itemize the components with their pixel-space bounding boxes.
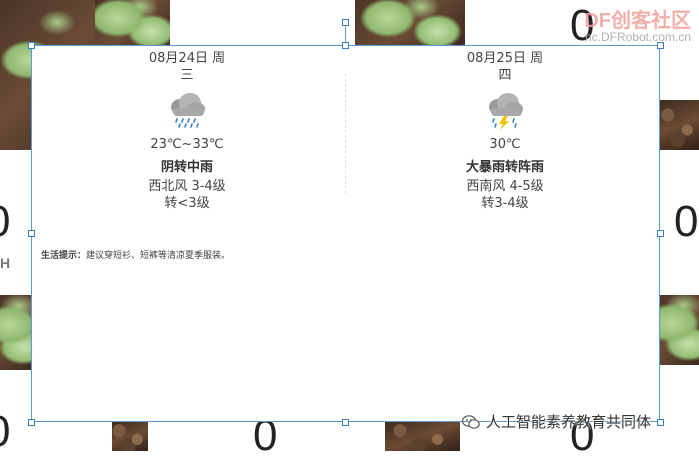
background-plant-photo-top-center bbox=[355, 0, 465, 45]
background-soil-photo-right-top bbox=[660, 100, 699, 150]
dfrobot-watermark-logo: DF创客社区 bbox=[584, 10, 691, 32]
background-digit: 0 bbox=[674, 197, 699, 246]
forecast-wind: 西北风 3-4级 bbox=[148, 179, 226, 194]
background-digit: 0 bbox=[0, 410, 10, 454]
background-soil-photo-bottom-center bbox=[385, 422, 460, 451]
weather-widget-selection[interactable]: 08月24日 周 三 23℃~33℃ 阴转中雨 西北风 3-4级 转<3级 08… bbox=[31, 45, 660, 422]
wechat-account-name: 人工智能素养教育共同体 bbox=[486, 414, 652, 431]
forecast-condition: 大暴雨转阵雨 bbox=[465, 160, 544, 175]
forecast-date: 08月25日 周 bbox=[466, 51, 544, 66]
resize-handle-bottom-right[interactable] bbox=[657, 419, 664, 426]
forecast-wind-change: 转<3级 bbox=[164, 196, 210, 211]
background-plant-photo-top bbox=[95, 0, 170, 45]
resize-handle-bottom-left[interactable] bbox=[28, 419, 35, 426]
forecast-condition: 阴转中雨 bbox=[160, 160, 213, 175]
forecast-day-2: 08月25日 周 四 30℃ 大暴雨转阵雨 西南风 4-5级 转3-4级 bbox=[425, 50, 585, 212]
wechat-watermark: 人工智能素养教育共同体 bbox=[462, 411, 651, 432]
background-soil-photo-bottom-left bbox=[112, 422, 148, 451]
resize-handle-right[interactable] bbox=[657, 230, 664, 237]
forecast-temperature: 30℃ bbox=[489, 137, 521, 152]
thunderstorm-icon bbox=[489, 93, 523, 130]
resize-handle-top-right[interactable] bbox=[657, 42, 664, 49]
dfrobot-watermark-url: nc.DFRobot.com.cn bbox=[584, 30, 691, 44]
overcast-rain-icon bbox=[171, 93, 205, 128]
wechat-icon bbox=[462, 415, 480, 429]
life-tip: 生活提示：建议穿短衫、短裤等清凉夏季服装。 bbox=[41, 248, 230, 261]
background-digit: 0 bbox=[0, 200, 10, 244]
resize-handle-bottom[interactable] bbox=[342, 419, 349, 426]
forecast-date: 08月24日 周 bbox=[148, 51, 226, 66]
forecast-wind-change: 转3-4级 bbox=[481, 196, 529, 211]
background-plant-photo-left bbox=[0, 295, 31, 370]
forecast-wind: 西南风 4-5级 bbox=[466, 179, 544, 194]
resize-handle-left[interactable] bbox=[28, 230, 35, 237]
forecast-weekday: 三 bbox=[180, 68, 194, 83]
background-plant-photo-right bbox=[660, 295, 699, 365]
forecast-divider bbox=[345, 74, 346, 194]
life-tip-label: 生活提示： bbox=[41, 251, 87, 261]
life-tip-text: 建议穿短衫、短裤等清凉夏季服装。 bbox=[86, 251, 231, 261]
resize-handle-top[interactable] bbox=[342, 42, 349, 49]
forecast-weekday: 四 bbox=[498, 68, 512, 83]
resize-handle-top-left[interactable] bbox=[28, 42, 35, 49]
background-side-letter: H bbox=[0, 255, 11, 271]
forecast-temperature: 23℃~33℃ bbox=[150, 137, 224, 152]
forecast-day-1: 08月24日 周 三 23℃~33℃ 阴转中雨 西北风 3-4级 转<3级 bbox=[107, 50, 267, 212]
rotation-handle[interactable] bbox=[342, 19, 349, 26]
